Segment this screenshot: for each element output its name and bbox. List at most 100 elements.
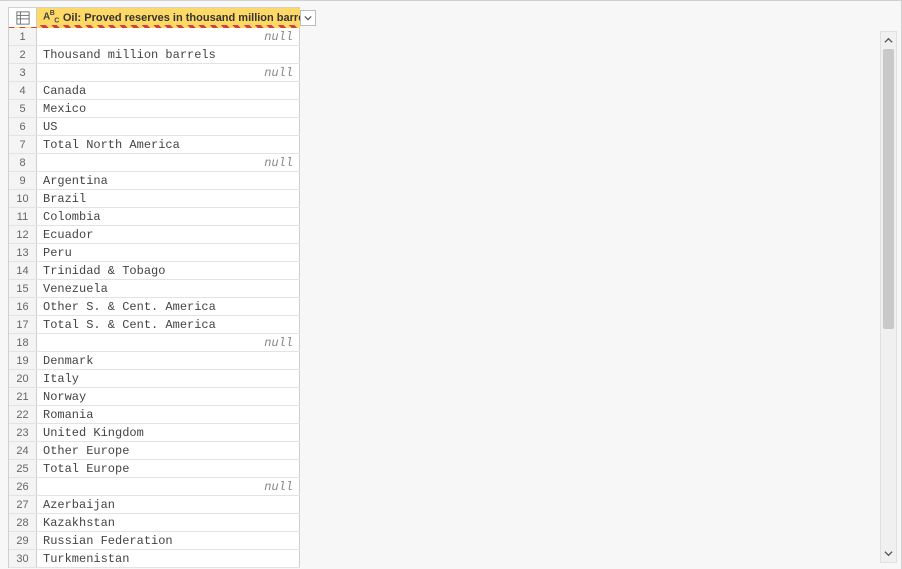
cell-value[interactable]: Russian Federation — [37, 532, 300, 549]
cell-value[interactable]: Kazakhstan — [37, 514, 300, 531]
table-row[interactable]: 7Total North America — [9, 136, 300, 154]
row-number[interactable]: 16 — [9, 298, 37, 315]
table-row[interactable]: 3null — [9, 64, 300, 82]
row-number[interactable]: 22 — [9, 406, 37, 423]
row-number[interactable]: 15 — [9, 280, 37, 297]
scroll-down-button[interactable] — [881, 545, 896, 562]
table-row[interactable]: 15Venezuela — [9, 280, 300, 298]
row-number[interactable]: 21 — [9, 388, 37, 405]
row-number[interactable]: 24 — [9, 442, 37, 459]
cell-value[interactable]: Romania — [37, 406, 300, 423]
cell-value[interactable]: null — [37, 334, 300, 351]
column-header[interactable]: ABC Oil: Proved reserves in thousand mil… — [37, 8, 318, 27]
cell-value[interactable]: Mexico — [37, 100, 300, 117]
table-row[interactable]: 21Norway — [9, 388, 300, 406]
cell-value[interactable]: Trinidad & Tobago — [37, 262, 300, 279]
cell-value[interactable]: Thousand million barrels — [37, 46, 300, 63]
cell-value[interactable]: Peru — [37, 244, 300, 261]
row-number[interactable]: 13 — [9, 244, 37, 261]
table-row[interactable]: 16Other S. & Cent. America — [9, 298, 300, 316]
table-row[interactable]: 30Turkmenistan — [9, 550, 300, 568]
table-row[interactable]: 5Mexico — [9, 100, 300, 118]
row-number[interactable]: 25 — [9, 460, 37, 477]
table-row[interactable]: 2Thousand million barrels — [9, 46, 300, 64]
cell-value[interactable]: Venezuela — [37, 280, 300, 297]
table-row[interactable]: 9Argentina — [9, 172, 300, 190]
row-number[interactable]: 11 — [9, 208, 37, 225]
table-row[interactable]: 20Italy — [9, 370, 300, 388]
cell-value[interactable]: Brazil — [37, 190, 300, 207]
cell-value[interactable]: Total S. & Cent. America — [37, 316, 300, 333]
column-header-row: ABC Oil: Proved reserves in thousand mil… — [9, 8, 300, 28]
cell-value[interactable]: null — [37, 64, 300, 81]
cell-value[interactable]: Denmark — [37, 352, 300, 369]
cell-value[interactable]: US — [37, 118, 300, 135]
chevron-up-icon — [884, 36, 893, 45]
row-number[interactable]: 26 — [9, 478, 37, 495]
row-number[interactable]: 17 — [9, 316, 37, 333]
cell-value[interactable]: Argentina — [37, 172, 300, 189]
cell-value[interactable]: Azerbaijan — [37, 496, 300, 513]
cell-value[interactable]: Total Europe — [37, 460, 300, 477]
row-number[interactable]: 6 — [9, 118, 37, 135]
cell-value[interactable]: Italy — [37, 370, 300, 387]
row-number[interactable]: 14 — [9, 262, 37, 279]
row-number[interactable]: 10 — [9, 190, 37, 207]
table-row[interactable]: 27Azerbaijan — [9, 496, 300, 514]
row-number[interactable]: 9 — [9, 172, 37, 189]
column-filter-dropdown[interactable] — [300, 10, 316, 26]
cell-value[interactable]: Total North America — [37, 136, 300, 153]
cell-value[interactable]: Canada — [37, 82, 300, 99]
table-row[interactable]: 13Peru — [9, 244, 300, 262]
scroll-track[interactable] — [881, 49, 896, 545]
select-all-corner[interactable] — [9, 8, 37, 27]
table-row[interactable]: 23United Kingdom — [9, 424, 300, 442]
table-row[interactable]: 17Total S. & Cent. America — [9, 316, 300, 334]
cell-value[interactable]: United Kingdom — [37, 424, 300, 441]
cell-value[interactable]: null — [37, 478, 300, 495]
table-row[interactable]: 1null — [9, 28, 300, 46]
table-row[interactable]: 29Russian Federation — [9, 532, 300, 550]
row-number[interactable]: 19 — [9, 352, 37, 369]
table-row[interactable]: 28Kazakhstan — [9, 514, 300, 532]
row-number[interactable]: 1 — [9, 28, 37, 45]
scroll-up-button[interactable] — [881, 32, 896, 49]
table-row[interactable]: 11Colombia — [9, 208, 300, 226]
cell-value[interactable]: Turkmenistan — [37, 550, 300, 567]
row-number[interactable]: 8 — [9, 154, 37, 171]
row-number[interactable]: 30 — [9, 550, 37, 567]
vertical-scrollbar[interactable] — [880, 31, 897, 563]
row-number[interactable]: 7 — [9, 136, 37, 153]
cell-value[interactable]: Colombia — [37, 208, 300, 225]
table-row[interactable]: 18null — [9, 334, 300, 352]
row-number[interactable]: 5 — [9, 100, 37, 117]
table-row[interactable]: 4Canada — [9, 82, 300, 100]
row-number[interactable]: 4 — [9, 82, 37, 99]
table-row[interactable]: 8null — [9, 154, 300, 172]
table-row[interactable]: 24Other Europe — [9, 442, 300, 460]
cell-value[interactable]: null — [37, 28, 300, 45]
row-number[interactable]: 28 — [9, 514, 37, 531]
table-row[interactable]: 26null — [9, 478, 300, 496]
row-number[interactable]: 23 — [9, 424, 37, 441]
row-number[interactable]: 20 — [9, 370, 37, 387]
cell-value[interactable]: Norway — [37, 388, 300, 405]
cell-value[interactable]: Other Europe — [37, 442, 300, 459]
cell-value[interactable]: Other S. & Cent. America — [37, 298, 300, 315]
row-number[interactable]: 29 — [9, 532, 37, 549]
table-row[interactable]: 10Brazil — [9, 190, 300, 208]
row-number[interactable]: 27 — [9, 496, 37, 513]
table-row[interactable]: 6US — [9, 118, 300, 136]
cell-value[interactable]: Ecuador — [37, 226, 300, 243]
row-number[interactable]: 18 — [9, 334, 37, 351]
table-row[interactable]: 22Romania — [9, 406, 300, 424]
row-number[interactable]: 12 — [9, 226, 37, 243]
table-row[interactable]: 25Total Europe — [9, 460, 300, 478]
row-number[interactable]: 3 — [9, 64, 37, 81]
table-row[interactable]: 19Denmark — [9, 352, 300, 370]
scroll-thumb[interactable] — [883, 49, 894, 329]
cell-value[interactable]: null — [37, 154, 300, 171]
table-row[interactable]: 14Trinidad & Tobago — [9, 262, 300, 280]
row-number[interactable]: 2 — [9, 46, 37, 63]
table-row[interactable]: 12Ecuador — [9, 226, 300, 244]
